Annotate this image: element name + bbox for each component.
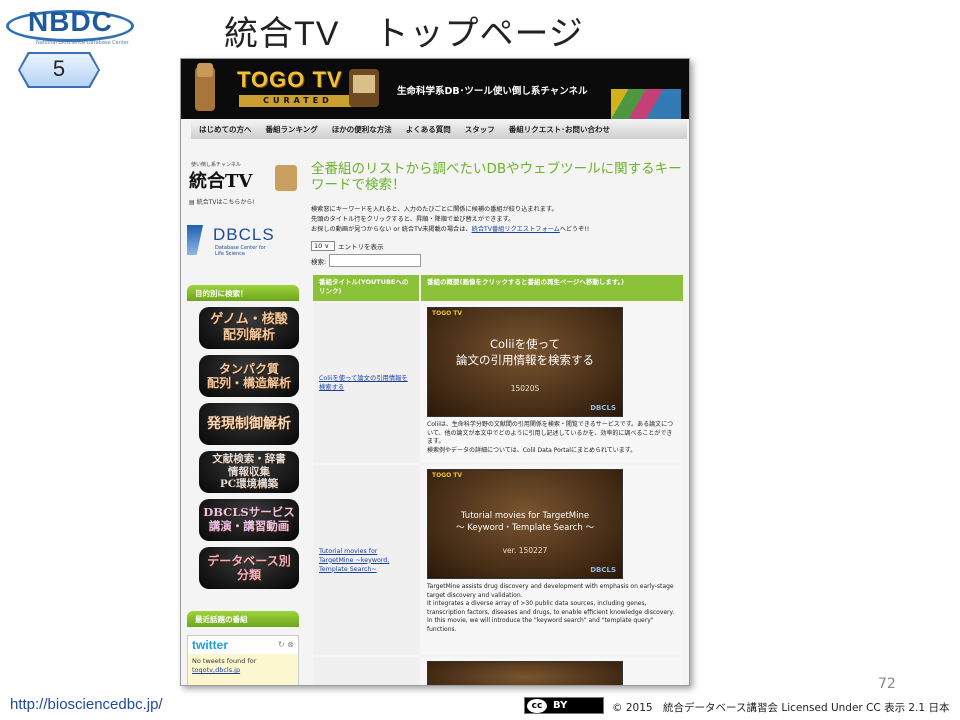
search-input[interactable] <box>329 254 422 267</box>
table-row-title-cell: Coliiを使って論文の引用情報を検索する <box>313 303 419 463</box>
footer-url[interactable]: http://biosciencedbc.jp/ <box>10 696 163 713</box>
twitter-widget: twitter ↻ ⊗ No tweets found for togotv,d… <box>187 635 299 685</box>
nbdc-logo: NBDC National Bioscience Database Center <box>6 4 134 48</box>
program-description: TargetMine assists drug discovery and de… <box>427 583 675 633</box>
nav-item-staff[interactable]: スタッフ <box>465 124 495 135</box>
main-description: 検索窓にキーワードを入れると、入力のたびごとに関係に候補の番組が絞り込まれます。… <box>311 205 683 235</box>
table-row-title-cell: Tutorial movies for TargetMine ~keyword,… <box>313 465 419 655</box>
site-banner: TOGO TV CURATED 生命科学系DB･ツール使い倒し系チャンネル <box>181 59 689 119</box>
slide-page-number: 72 <box>878 676 896 692</box>
tv-set-icon <box>349 69 379 107</box>
program-description: Coliiは、生命科学分野の文献間の引用関係を検索・閲覧できるサービスです。ある… <box>427 421 674 454</box>
desc-line-1: 検索窓にキーワードを入れると、入力のたびごとに関係に候補の番組が絞り込まれます。 <box>311 206 558 213</box>
robot-mascot-icon <box>195 63 215 111</box>
desc-line-3-end: へどうぞ!! <box>559 226 590 233</box>
logo-text: NBDC <box>28 6 113 37</box>
site-logo[interactable]: TOGO TV <box>237 67 343 93</box>
twitter-handle-link[interactable]: togotv,dbcls.jp <box>192 666 240 674</box>
tweet-list: No tweets found for togotv,dbcls.jp <box>188 654 298 685</box>
thumbnail-title: Tutorial movies for TargetMine ～ Keyword… <box>456 511 594 533</box>
purpose-search-heading: 目的別に検索！ <box>187 285 299 301</box>
slide-title: 統合TV トップページ <box>224 15 584 53</box>
site-tagline: 生命科学系DB･ツール使い倒し系チャンネル <box>397 86 588 97</box>
desc-line-3-text: お探しの動画が見つからない or 統合TV未掲載の場合は、 <box>311 226 472 233</box>
main-title: 全番組のリストから調べたいDBやウェブツールに関するキーワードで検索！ <box>311 161 682 193</box>
nav-item-beginners[interactable]: はじめての方へ <box>199 124 252 135</box>
entries-label: エントリを表示 <box>338 243 384 251</box>
program-thumbnail[interactable]: TOGO TV Tutorial movies for TargetMine ～… <box>427 469 623 579</box>
sidebar: 使い倒し系チャンネル 統合TV ▤ 統合TVはこちらから! DBCLS Data… <box>185 157 301 685</box>
footer-license: © 2015 統合データベース講習会 Licensed Under CC 表示 … <box>612 702 950 714</box>
sidebar-togotv-link[interactable]: ▤ 統合TVはこちらから! <box>189 197 255 206</box>
twitter-logo[interactable]: twitter <box>192 638 228 652</box>
nav-item-other-methods[interactable]: ほかの便利な方法 <box>332 124 392 135</box>
thumbnail-title: Coliiを使って 論文の引用情報を検索する <box>456 337 594 367</box>
program-title-link[interactable]: Tutorial movies for TargetMine ~keyword,… <box>319 547 413 574</box>
thumbnail-date: ver. 150227 <box>502 546 548 555</box>
category-database-button[interactable]: データベース別 分類 <box>199 547 299 589</box>
search-label: 検索: <box>311 257 327 266</box>
main-content: 全番組のリストから調べたいDBやウェブツールに関するキーワードで検索！ 検索窓に… <box>311 157 685 685</box>
program-title-link[interactable]: Coliiを使って論文の引用情報を検索する <box>319 374 413 392</box>
entries-select[interactable]: 10 ∨ <box>311 241 335 251</box>
request-form-link[interactable]: 統合TV番組リクエストフォーム <box>472 226 560 233</box>
thumbnail-brand: TOGO TV <box>432 310 463 317</box>
search-control: 検索: <box>311 254 422 267</box>
category-genome-button[interactable]: ゲノム・核酸 配列解析 <box>199 307 299 349</box>
table-row-desc-cell: TOGO TV Coliiを使って 論文の引用情報を検索する 15020S DB… <box>421 303 683 463</box>
cc-icon: cc <box>527 698 547 713</box>
dbcls-mark-icon <box>187 225 203 255</box>
no-tweets-text: No tweets found for <box>192 657 257 665</box>
table-row-desc-cell <box>421 657 683 685</box>
dbcls-logo[interactable]: DBCLS Database Center for Life Science <box>185 221 297 259</box>
spotlight-decoration <box>611 89 681 119</box>
togotv-screenshot: TOGO TV CURATED 生命科学系DB･ツール使い倒し系チャンネル はじ… <box>180 58 690 686</box>
mascot-icon <box>275 165 297 191</box>
category-protein-button[interactable]: タンパク質 配列・構造解析 <box>199 355 299 397</box>
logo-subtitle: National Bioscience Database Center <box>36 40 129 46</box>
program-thumbnail[interactable]: TOGO TV Coliiを使って 論文の引用情報を検索する 15020S DB… <box>427 307 623 417</box>
nav-item-faq[interactable]: よくある質問 <box>406 124 451 135</box>
category-expression-button[interactable]: 発現制御解析 <box>199 403 299 445</box>
desc-line-3: お探しの動画が見つからない or 統合TV未掲載の場合は、統合TV番組リクエスト… <box>311 225 683 235</box>
dbcls-subtitle: Database Center for Life Science <box>215 245 266 257</box>
nav-item-ranking[interactable]: 番組ランキング <box>266 124 318 135</box>
column-header-title[interactable]: 番組タイトル(YOUTUBEへのリンク) <box>313 275 419 301</box>
desc-line-2: 先頭のタイトル行をクリックすると、昇順・降順で並び替えができます。 <box>311 216 515 223</box>
category-literature-button[interactable]: 文献検索・辞書 情報収集 PC環境構築 <box>199 451 299 493</box>
program-thumbnail[interactable] <box>427 661 623 685</box>
slide-number: 5 <box>52 56 66 81</box>
recent-topics-heading: 最近話題の番組 <box>187 611 299 627</box>
column-header-description[interactable]: 番組の概要(画像をクリックすると番組の再生ページへ移動します。) <box>421 275 683 301</box>
table-row-title-cell <box>313 657 419 685</box>
thumbnail-dbcls-logo: DBCLS <box>590 404 616 412</box>
dbcls-title: DBCLS <box>213 225 275 244</box>
program-table: 番組タイトル(YOUTUBEへのリンク) 番組の概要(画像をクリックすると番組の… <box>313 275 683 685</box>
thumbnail-date: 15020S <box>510 384 540 393</box>
cc-by-label: BY <box>553 700 568 711</box>
togotv-sidebar-logo[interactable]: 使い倒し系チャンネル 統合TV <box>187 161 299 197</box>
site-nav: はじめての方へ 番組ランキング ほかの便利な方法 よくある質問 スタッフ 番組リ… <box>191 119 687 139</box>
thumbnail-brand: TOGO TV <box>432 472 463 479</box>
slide-number-badge: 5 <box>20 54 98 86</box>
curated-label: CURATED <box>239 95 357 107</box>
table-row-desc-cell: TOGO TV Tutorial movies for TargetMine ～… <box>421 465 683 655</box>
entries-control: 10 ∨ エントリを表示 <box>311 241 384 251</box>
thumbnail-dbcls-logo: DBCLS <box>590 566 616 574</box>
cc-license-badge: cc BY <box>524 697 604 714</box>
twitter-controls[interactable]: ↻ ⊗ <box>278 640 294 649</box>
sidebar-logo-big: 統合TV <box>189 171 253 192</box>
nav-item-request[interactable]: 番組リクエスト･お問い合わせ <box>509 124 610 135</box>
category-dbcls-service-button[interactable]: DBCLSサービス 講演・講習動画 <box>199 499 299 541</box>
